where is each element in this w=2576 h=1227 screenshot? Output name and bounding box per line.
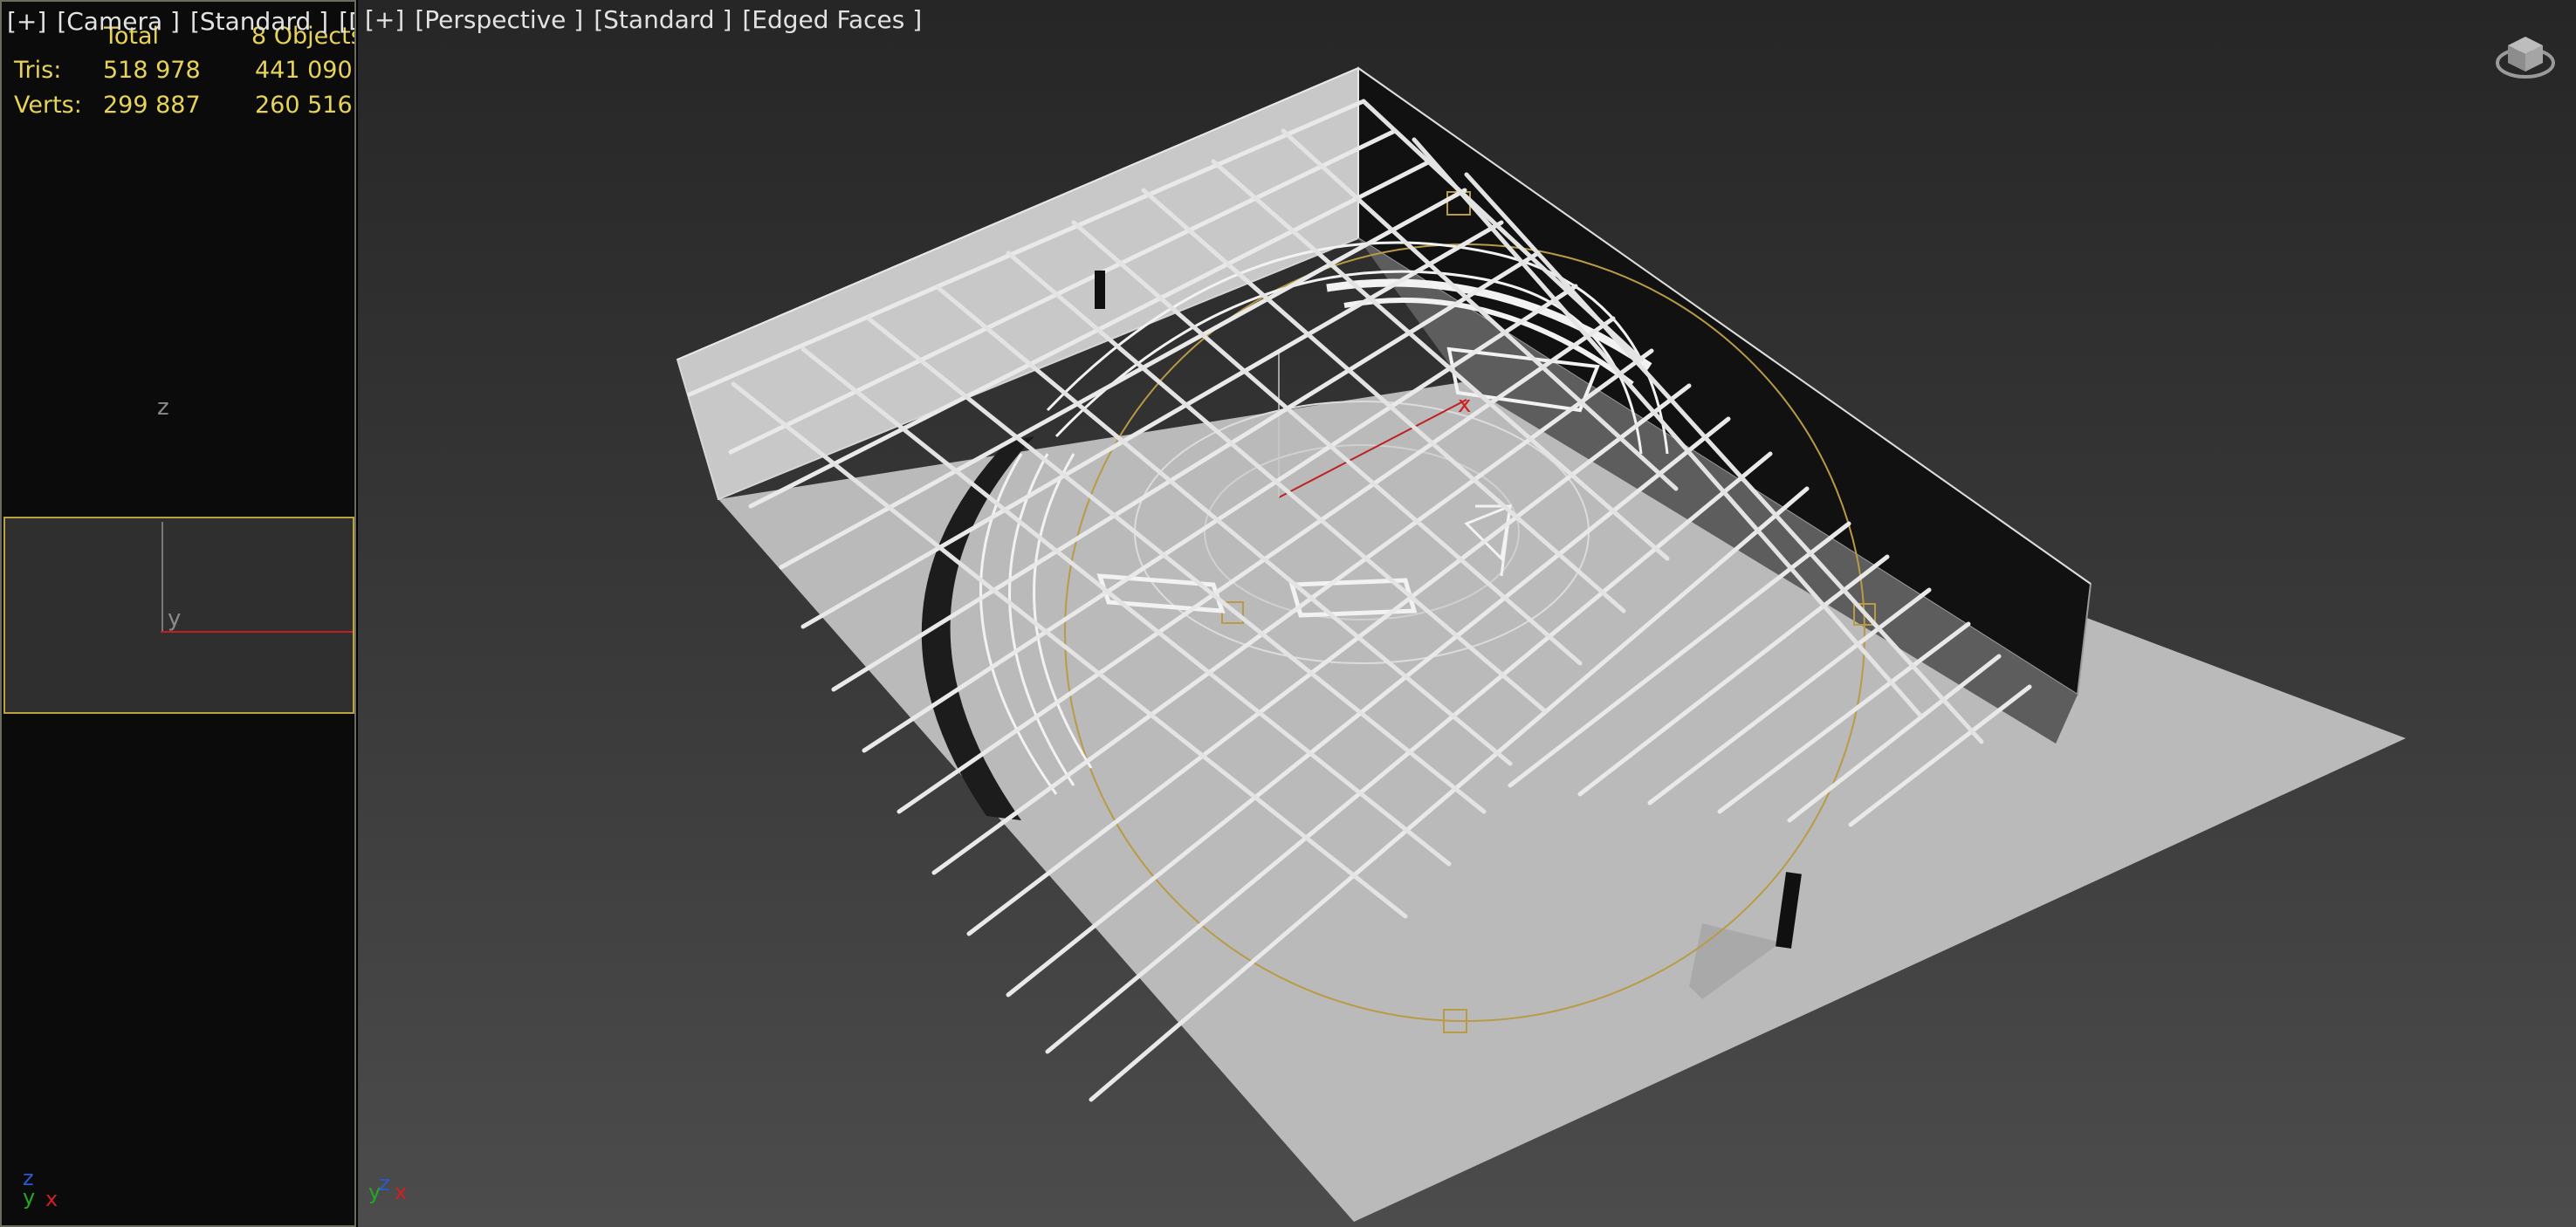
scene-canvas[interactable]: x	[358, 0, 2576, 1227]
axis-z-label: z	[157, 394, 169, 421]
viewport-menu-edged-faces[interactable]: [Edged Faces ]	[742, 5, 922, 34]
viewport-menu-shading[interactable]: [Standard ]	[190, 7, 328, 36]
camera-viewport-label[interactable]: [+] [Camera ] [Standard ] [Def	[7, 7, 354, 36]
stats-verts-total: 299 887	[103, 92, 201, 119]
stats-tris-objects: 441 090	[255, 57, 353, 84]
stats-tris-total: 518 978	[103, 57, 201, 84]
viewport-menu-default[interactable]: [Def	[339, 7, 354, 36]
camera-viewport[interactable]: [+][Camera ][Standard ][Def Total 8 Obje…	[0, 0, 356, 1227]
viewport-menu-plus[interactable]: [+]	[7, 7, 46, 36]
viewport-menu-shading[interactable]: [Standard ]	[594, 5, 732, 34]
safe-frame: y	[3, 517, 354, 714]
triad-z: z	[379, 1171, 390, 1196]
stats-tris-label: Tris:	[14, 57, 62, 84]
perspective-viewport-label[interactable]: [+] [Perspective ] [Standard ] [Edged Faces…	[365, 5, 932, 34]
viewport-menu-plus[interactable]: [+]	[365, 5, 404, 34]
stats-verts-objects: 260 516	[255, 92, 353, 119]
triad-x: x	[45, 1187, 58, 1211]
axis-triad-icon: y z x	[368, 1171, 429, 1215]
triad-x: x	[395, 1180, 408, 1204]
perspective-viewport[interactable]: [+] [Perspective ] [Standard ] [Edged Faces…	[358, 0, 2576, 1227]
triad-y: y	[23, 1185, 36, 1210]
stats-verts-label: Verts:	[14, 92, 82, 119]
wall-marker	[1095, 271, 1105, 309]
axis-y-label: y	[168, 606, 182, 632]
gizmo-x-label: x	[1458, 392, 1471, 418]
viewport-menu-perspective[interactable]: [Perspective ]	[415, 5, 583, 34]
viewport-menu-camera[interactable]: [Camera ]	[57, 7, 180, 36]
axis-triad-icon: z y x	[19, 1166, 72, 1211]
